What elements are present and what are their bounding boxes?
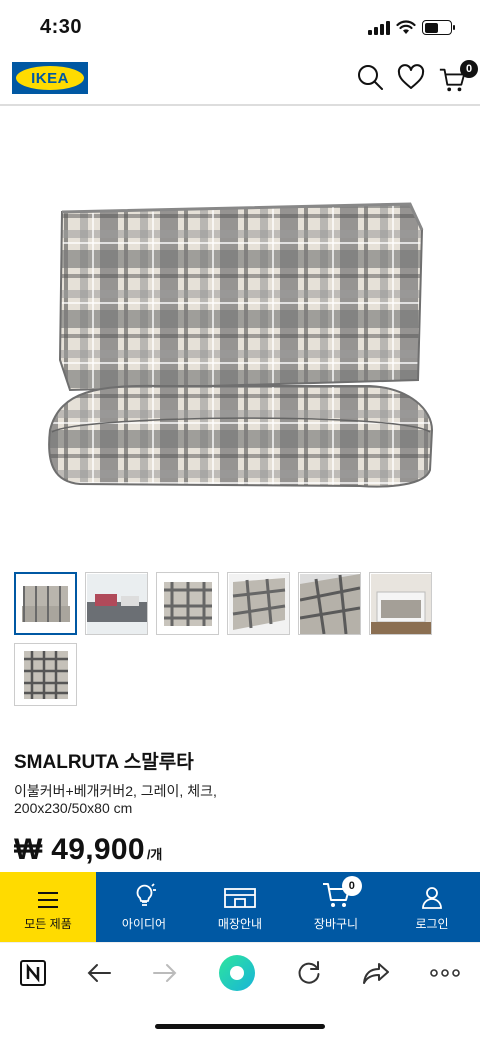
wifi-icon	[396, 20, 416, 34]
nav-label: 장바구니	[313, 917, 359, 931]
site-header: IKEA 0	[0, 56, 480, 106]
browser-toolbar	[0, 942, 480, 1002]
ikea-logo[interactable]: IKEA	[12, 62, 88, 94]
nav-label: 아이디어	[121, 917, 167, 931]
product-price: ₩ 49,900 /개	[14, 833, 162, 867]
nav-login[interactable]: 로그인	[384, 872, 480, 942]
user-icon	[422, 887, 442, 909]
lightbulb-icon	[136, 883, 156, 906]
share-icon[interactable]	[362, 961, 390, 985]
status-time: 4:30	[40, 16, 83, 38]
store-icon	[224, 888, 256, 908]
cellular-signal-icon	[368, 20, 390, 35]
price-unit: /개	[146, 847, 163, 862]
thumbnail-4[interactable]	[227, 572, 290, 635]
nav-label: 모든 제품	[24, 917, 72, 931]
nav-store-info[interactable]: 매장안내	[192, 872, 288, 942]
nav-label: 로그인	[415, 917, 449, 931]
forward-arrow-icon[interactable]	[152, 962, 178, 984]
status-bar: 4:30	[0, 0, 480, 56]
thumbnail-3[interactable]	[156, 572, 219, 635]
refresh-icon[interactable]	[296, 960, 322, 986]
nav-ideas[interactable]: 아이디어	[96, 872, 192, 942]
nav-label: 매장안내	[217, 917, 263, 931]
heart-icon[interactable]	[396, 62, 426, 92]
battery-icon	[422, 20, 455, 35]
status-indicators	[368, 20, 455, 35]
home-dot-icon[interactable]	[218, 954, 256, 992]
thumbnail-6[interactable]	[369, 572, 432, 635]
thumbnail-7[interactable]	[14, 643, 77, 706]
product-description: 이불커버+베개커버2, 그레이, 체크, 200x230/50x80 cm	[14, 783, 217, 816]
cart-count-badge: 0	[460, 60, 478, 78]
nav-cart-badge: 0	[341, 876, 362, 896]
nav-cart[interactable]: 0 장바구니	[288, 872, 384, 942]
thumbnail-gallery	[14, 572, 466, 706]
back-arrow-icon[interactable]	[86, 962, 112, 984]
cart-button[interactable]: 0	[436, 56, 478, 100]
thumbnail-2[interactable]	[85, 572, 148, 635]
price-amount: ₩ 49,900	[14, 833, 145, 866]
bottom-navigation: 모든 제품 아이디어 매장안내 0 장바구니 로그인	[0, 872, 480, 942]
thumbnail-5[interactable]	[298, 572, 361, 635]
nav-all-products[interactable]: 모든 제품	[0, 872, 96, 942]
product-title: SMALRUTA 스말루타	[14, 752, 194, 773]
thumbnail-1[interactable]	[14, 572, 77, 635]
logo-text: IKEA	[31, 69, 69, 87]
home-indicator	[155, 1024, 325, 1029]
search-icon[interactable]	[355, 62, 385, 92]
menu-icon	[38, 892, 58, 908]
more-icon[interactable]	[430, 968, 460, 977]
naver-icon[interactable]	[20, 959, 46, 986]
product-main-image[interactable]	[40, 190, 440, 510]
